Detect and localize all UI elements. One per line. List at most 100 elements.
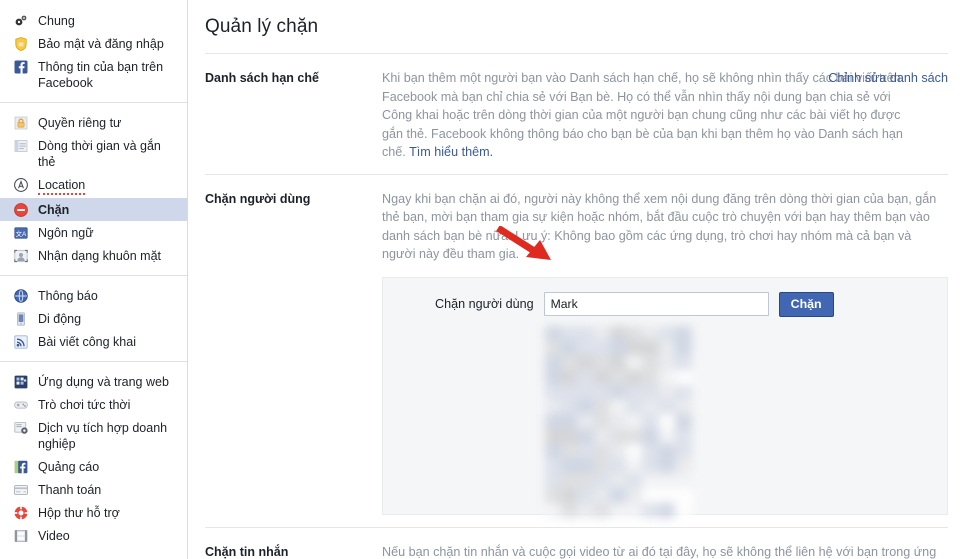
blurred-autocomplete-dropdown[interactable] [545,325,692,519]
blurred-cell [658,458,676,474]
sidebar-item-quy-n-ri-ng-t[interactable]: Quyền riêng tư [0,111,187,134]
blurred-cell [609,414,627,430]
blurred-cell [609,340,627,356]
blurred-cell [658,414,676,430]
blurred-cell [674,399,692,415]
blurred-cell [577,355,595,371]
settings-sidebar: Chung Bảo mật và đăng nhập Thông tin của b… [0,0,188,559]
blurred-cell [642,369,660,386]
blurred-cell [545,414,562,430]
sidebar-item-label: Chung [38,14,75,28]
blurred-cell [561,458,579,474]
translate-icon: 文A [13,225,29,241]
blurred-cell [609,473,627,489]
blurred-cell [658,369,676,386]
sidebar-item-video[interactable]: Video [0,524,187,547]
apps-grid-icon [13,374,29,390]
block-users-description: Ngay khi bạn chặn ai đó, người này không… [382,191,937,262]
blurred-cell [626,355,643,371]
sidebar-item-label: Thông tin của bạn trên Facebook [38,60,164,90]
blurred-cell [593,355,611,371]
sidebar-item-ng-n-ng[interactable]: 文A Ngôn ngữ [0,221,187,244]
blurred-cell [609,458,627,474]
blurred-cell [561,502,579,519]
block-user-input[interactable] [543,292,769,316]
sidebar-group-2: Quyền riêng tư Dòng thời gian và gắn thẻ L… [0,102,187,271]
block-submit-button[interactable]: Chặn [778,291,834,317]
block-messages-description-text: Nếu bạn chặn tin nhắn và cuộc gọi video … [382,544,937,559]
blurred-cell [545,443,562,459]
sidebar-item-th-ng-tin-c-a-b-n-tr-n-facebook[interactable]: Thông tin của bạn trên Facebook [0,55,187,94]
blurred-cell [561,340,579,356]
blurred-cell [577,473,595,489]
sidebar-item-tr-ch-i-t-c-th-i[interactable]: Trò chơi tức thời [0,393,187,416]
blurred-cell [545,473,562,489]
sidebar-item-qu-ng-c-o[interactable]: Quảng cáo [0,455,187,478]
sidebar-item-h-p-th-h-tr[interactable]: Hộp thư hỗ trợ [0,501,187,524]
blurred-cell [577,384,595,400]
sidebar-item-location[interactable]: Location [0,173,187,198]
blurred-cell [609,384,627,400]
blurred-cell [593,414,611,430]
blurred-cell [658,502,676,519]
restricted-list-learn-more-link[interactable]: Tìm hiểu thêm. [409,145,493,159]
sidebar-item-thanh-to-n[interactable]: Thanh toán [0,478,187,501]
sidebar-item-d-ch-v-t-ch-h-p-doanh-nghi-p[interactable]: Dịch vụ tích hợp doanh nghiệp [0,416,187,455]
blurred-cell [577,325,595,341]
sidebar-item-di-ng[interactable]: Di động [0,307,187,330]
blurred-cell [626,473,643,489]
padlock-icon [13,115,29,131]
sidebar-item-label: Chặn [38,203,70,217]
blurred-cell [561,414,579,430]
sidebar-item-b-o-m-t-v-ng-nh-p[interactable]: Bảo mật và đăng nhập [0,32,187,55]
blurred-cell [577,399,595,415]
blurred-cell [674,502,692,519]
sidebar-item-label: Dòng thời gian và gắn thẻ [38,139,161,169]
blurred-cell [561,369,579,386]
blurred-cell [626,399,643,415]
blurred-cell [593,443,611,459]
blurred-cell [658,384,676,400]
sidebar-item-d-ng-th-i-gian-v-g-n-th[interactable]: Dòng thời gian và gắn thẻ [0,134,187,173]
blurred-cell [674,384,692,400]
sidebar-item-label: Ứng dụng và trang web [38,375,169,389]
section-body-restricted-list: Chỉnh sửa danh sách Khi bạn thêm một ngư… [382,69,948,162]
blurred-cell [577,502,595,519]
blurred-cell [593,487,611,504]
sidebar-item-th-ng-b-o[interactable]: Thông báo [0,284,187,307]
blurred-cell [674,473,692,489]
blurred-cell [609,487,627,504]
blurred-cell [545,340,562,356]
blurred-cell [577,369,595,386]
sidebar-item-label: Bài viết công khai [38,335,136,349]
sidebar-item-nh-n-d-ng-khu-n-m-t[interactable]: Nhận dạng khuôn mặt [0,244,187,267]
sidebar-item-ng-d-ng-v-trang-web[interactable]: Ứng dụng và trang web [0,370,187,393]
blurred-cell [642,325,660,341]
blurred-cell [545,325,562,341]
blurred-cell [674,325,692,341]
blurred-cell [626,414,643,430]
blurred-cell [642,458,660,474]
blurred-cell [561,355,579,371]
sidebar-item-ch-n[interactable]: Chặn [0,198,187,221]
blurred-cell [642,384,660,400]
mobile-phone-icon [13,311,29,327]
blurred-cell [593,369,611,386]
sidebar-item-b-i-vi-t-c-ng-khai[interactable]: Bài viết công khai [0,330,187,353]
svg-text:文A: 文A [16,229,27,238]
sidebar-item-label: Nhận dạng khuôn mặt [38,249,162,263]
blurred-cell [577,443,595,459]
blurred-cell [577,487,595,504]
blurred-cell [593,384,611,400]
blurred-cell [609,502,627,519]
blurred-cell [626,384,643,400]
sidebar-item-label: Quyền riêng tư [38,116,122,130]
sidebar-item-chung[interactable]: Chung [0,9,187,32]
blurred-cell [674,355,692,371]
settings-page: Chung Bảo mật và đăng nhập Thông tin của b… [0,0,960,559]
blurred-cell [674,340,692,356]
blurred-cell [642,355,660,371]
blurred-cell [577,428,595,445]
business-integration-icon [13,420,29,436]
edit-list-link[interactable]: Chỉnh sửa danh sách [828,69,948,88]
